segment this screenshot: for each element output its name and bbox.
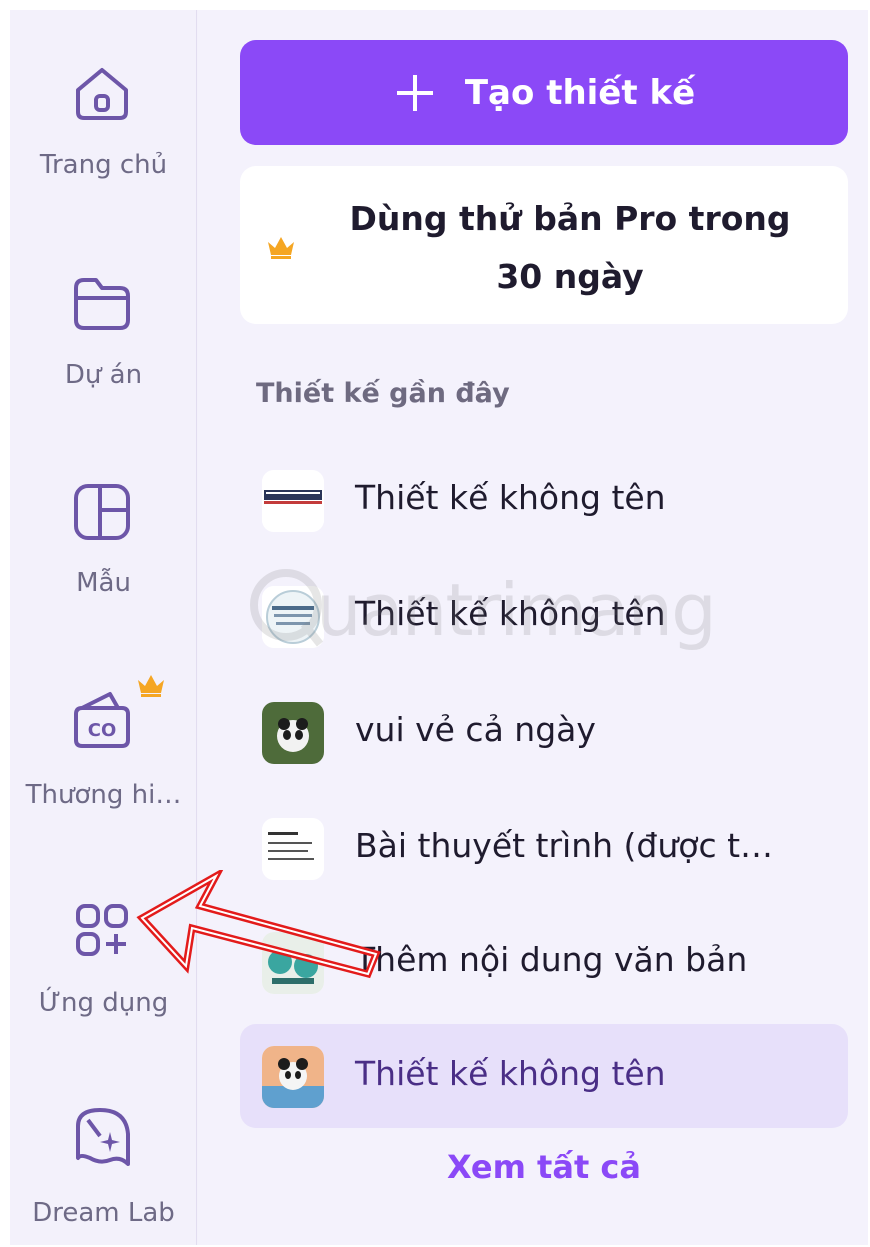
pro-trial-line2: 30 ngày bbox=[496, 257, 644, 296]
brand-kit-icon: CO bbox=[70, 690, 134, 754]
plus-icon bbox=[396, 74, 433, 111]
left-sidebar bbox=[10, 10, 197, 1245]
sidebar-item-label: Ứng dụng bbox=[38, 988, 169, 1018]
design-thumbnail bbox=[262, 818, 324, 880]
design-name: Thiết kế không tên bbox=[355, 1054, 666, 1093]
design-name: Thiết kế không tên bbox=[355, 478, 666, 517]
crown-icon bbox=[268, 237, 294, 259]
design-thumbnail bbox=[262, 1046, 324, 1108]
sidebar-item-label: Thương hi… bbox=[25, 780, 182, 810]
design-name: Thêm nội dung văn bản bbox=[355, 940, 748, 979]
design-name: Bài thuyết trình (được t… bbox=[355, 826, 774, 865]
design-thumbnail bbox=[262, 702, 324, 764]
home-icon bbox=[70, 62, 134, 126]
sidebar-item-label: Dự án bbox=[64, 360, 143, 390]
list-item[interactable]: Thiết kế không tên bbox=[240, 564, 848, 668]
sidebar-item-label: Dream Lab bbox=[32, 1198, 175, 1228]
list-item[interactable]: Thiết kế không tên bbox=[240, 448, 848, 552]
pro-trial-text: Dùng thử bản Pro trong 30 ngày bbox=[310, 190, 830, 306]
recent-designs-title: Thiết kế gần đây bbox=[256, 378, 510, 409]
sidebar-item-label: Mẫu bbox=[76, 568, 131, 598]
create-design-label: Tạo thiết kế bbox=[464, 72, 696, 113]
pro-trial-line1: Dùng thử bản Pro trong bbox=[349, 199, 791, 238]
design-name: vui vẻ cả ngày bbox=[355, 710, 596, 749]
list-item[interactable]: vui vẻ cả ngày bbox=[240, 680, 848, 784]
template-icon bbox=[70, 480, 134, 544]
design-name: Thiết kế không tên bbox=[355, 594, 666, 633]
apps-icon bbox=[70, 898, 134, 962]
list-item[interactable]: Thiết kế không tên bbox=[240, 1024, 848, 1128]
design-thumbnail bbox=[262, 470, 324, 532]
see-all-link[interactable]: Xem tất cả bbox=[240, 1148, 848, 1186]
list-item[interactable]: Bài thuyết trình (được t… bbox=[240, 796, 848, 900]
svg-text:CO: CO bbox=[88, 720, 117, 741]
design-thumbnail bbox=[262, 932, 324, 994]
design-thumbnail bbox=[262, 586, 324, 648]
dream-lab-icon bbox=[70, 1106, 134, 1170]
create-design-button[interactable]: Tạo thiết kế bbox=[240, 40, 848, 145]
crown-icon bbox=[138, 675, 164, 697]
list-item[interactable]: Thêm nội dung văn bản bbox=[240, 910, 848, 1014]
folder-icon bbox=[70, 272, 134, 336]
sidebar-item-label: Trang chủ bbox=[39, 150, 168, 180]
